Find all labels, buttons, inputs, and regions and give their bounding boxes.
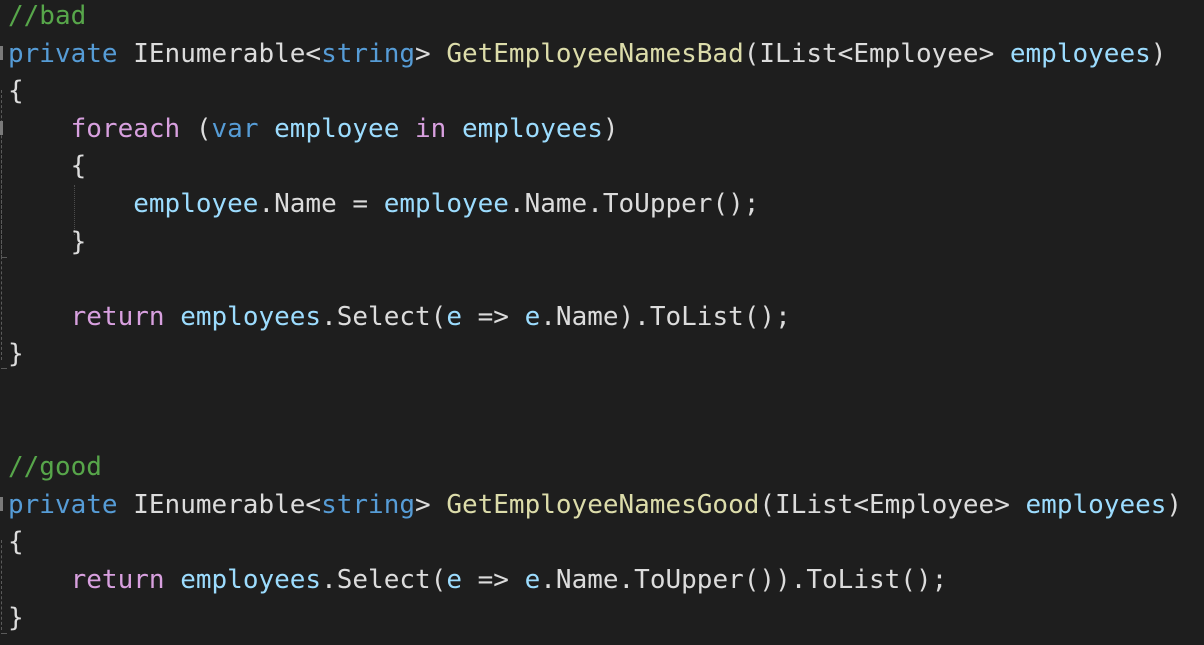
code-token: => (461, 301, 525, 332)
code-token: e (446, 301, 462, 332)
code-token: ) (1166, 489, 1183, 520)
code-token: .Name).ToList(); (540, 301, 791, 332)
code-token: Employee (868, 489, 995, 520)
code-line[interactable]: //good (8, 449, 102, 487)
code-token: Employee (853, 38, 979, 69)
code-line[interactable]: } (8, 600, 24, 638)
code-line[interactable]: return employees.Select(e => e.Name.ToUp… (8, 562, 948, 600)
code-token: string (321, 38, 415, 69)
code-token: ToUpper (602, 189, 713, 219)
code-token: return (70, 565, 165, 595)
code-token: string (321, 489, 415, 520)
code-line[interactable]: private IEnumerable<string> GetEmployeeN… (8, 36, 1166, 74)
code-token: private (8, 38, 118, 69)
code-token: > (978, 38, 1010, 69)
code-token: employee (274, 113, 400, 144)
code-token: e (524, 565, 541, 595)
code-token: .Select( (321, 301, 447, 332)
code-line[interactable]: //bad (8, 0, 86, 36)
code-token: IEnumerable (133, 489, 306, 520)
code-token: e (446, 565, 462, 595)
code-line[interactable]: { (8, 73, 24, 111)
code-token: ( (759, 489, 776, 520)
code-token: IList (775, 489, 854, 520)
code-token: //bad (8, 1, 87, 31)
collapse-marker-method-good[interactable] (0, 497, 3, 511)
code-token: > (415, 38, 447, 69)
code-line[interactable]: foreach (var employee in employees) (8, 111, 619, 149)
outline-guide-method-good (1, 540, 2, 630)
code-token: { (8, 151, 87, 182)
code-token: .Name.ToUpper()).ToList(); (540, 565, 948, 595)
outline-end-method-good (1, 633, 7, 634)
code-token: //good (8, 452, 102, 483)
code-token: var (211, 113, 259, 144)
code-token: return (70, 301, 165, 332)
code-line[interactable]: return employees.Select(e => e.Name).ToL… (8, 299, 791, 337)
code-token: < (305, 489, 322, 520)
code-token: employees (1009, 38, 1151, 69)
outline-end-foreach (1, 257, 7, 258)
code-token: IEnumerable (133, 38, 306, 69)
code-token: ) (602, 113, 619, 144)
code-token: e (524, 301, 541, 332)
collapse-marker-method-bad[interactable] (0, 46, 3, 60)
code-token: .Name = (258, 189, 384, 219)
code-token: private (8, 489, 118, 520)
code-token: => (461, 565, 525, 595)
code-token: < (837, 38, 854, 69)
code-token: > (994, 489, 1026, 520)
code-line[interactable]: } (8, 336, 24, 374)
code-token: employee (133, 189, 259, 219)
code-token: } (8, 602, 24, 633)
code-token: .Select( (321, 565, 447, 595)
outline-end-method-bad (1, 368, 7, 369)
code-token: ( (180, 113, 212, 144)
code-token: GetEmployeeNamesGood (446, 489, 760, 520)
code-token: { (8, 76, 24, 107)
code-editor[interactable]: //bad private IEnumerable<string> GetEmpl… (0, 0, 1204, 645)
code-token: GetEmployeeNamesBad (446, 38, 744, 69)
code-token: } (8, 226, 87, 257)
code-line[interactable]: { (8, 524, 24, 562)
code-line[interactable]: } (8, 224, 87, 262)
code-token: in (415, 113, 447, 144)
code-token: employees (180, 301, 322, 332)
code-token: (); (712, 189, 760, 219)
code-token: employees (462, 113, 603, 144)
code-token: employees (180, 565, 322, 595)
outline-guide-foreach (1, 140, 2, 258)
code-line[interactable]: { (8, 148, 87, 186)
code-token: employees (1025, 489, 1167, 520)
code-token: ( (743, 38, 760, 69)
code-token: { (8, 527, 24, 558)
code-token: foreach (70, 113, 181, 144)
code-token: } (8, 339, 24, 370)
code-token: > (415, 489, 447, 520)
code-token: ) (1150, 38, 1167, 69)
code-token: .Name. (508, 189, 603, 219)
code-line[interactable]: employee.Name = employee.Name.ToUpper(); (8, 186, 759, 224)
code-token: IList (759, 38, 838, 69)
code-token: < (853, 489, 869, 520)
collapse-marker-foreach[interactable] (0, 121, 3, 135)
code-token: < (305, 38, 322, 69)
code-token: employee (383, 189, 509, 219)
code-line[interactable]: private IEnumerable<string> GetEmployeeN… (8, 487, 1182, 525)
